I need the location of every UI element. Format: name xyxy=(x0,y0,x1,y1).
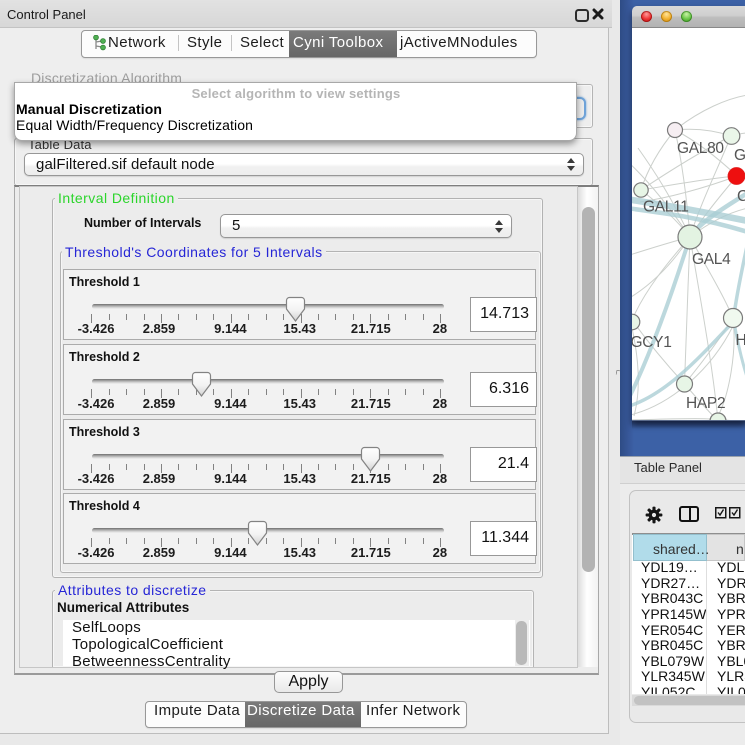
svg-text:GAL11: GAL11 xyxy=(643,199,689,216)
svg-text:H: H xyxy=(736,332,745,349)
svg-text:GAL4: GAL4 xyxy=(692,251,731,268)
svg-text:C: C xyxy=(737,188,745,205)
svg-text:GCY1: GCY1 xyxy=(632,334,672,351)
svg-text:HAP2: HAP2 xyxy=(686,395,725,412)
svg-text:GA: GA xyxy=(734,147,745,164)
svg-text:GAL80: GAL80 xyxy=(677,140,724,157)
